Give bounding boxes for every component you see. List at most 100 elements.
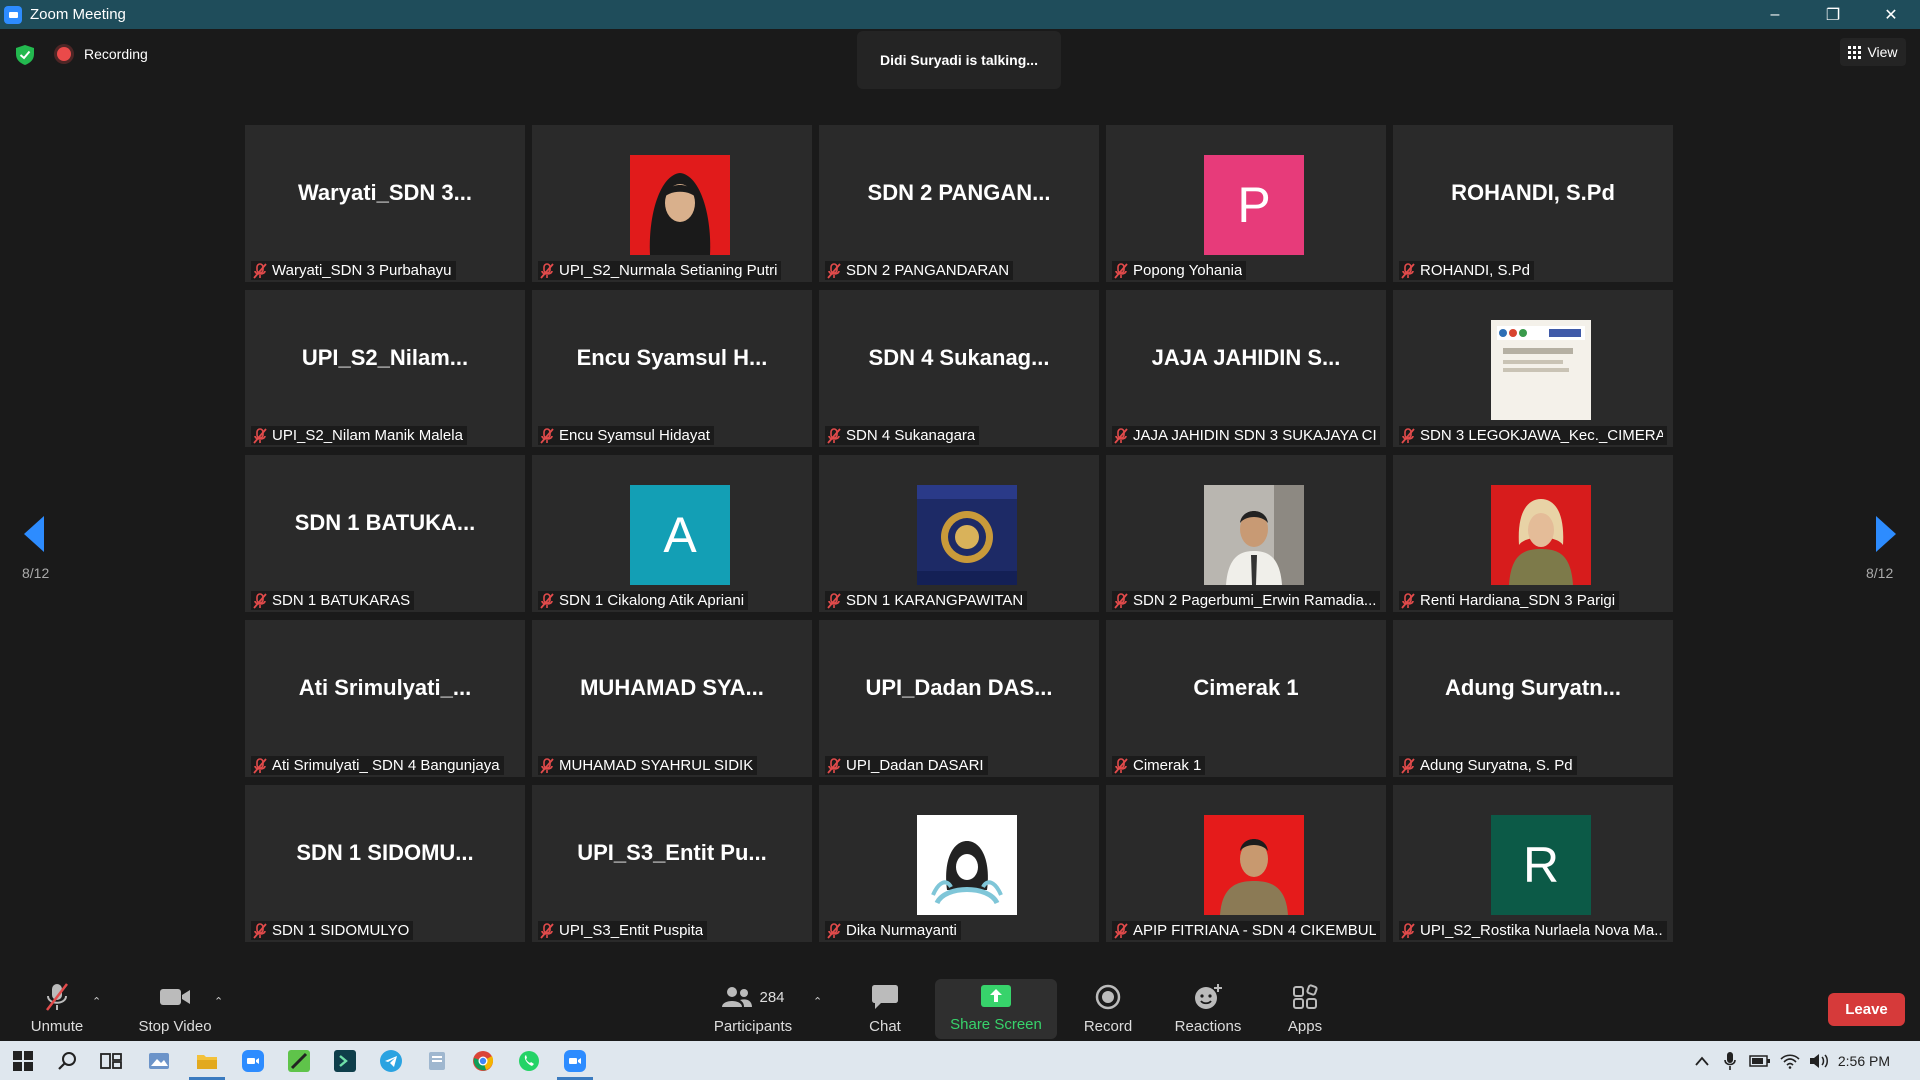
participant-tile[interactable]: A SDN 1 Cikalong Atik Apriani xyxy=(532,455,812,612)
participant-name: Popong Yohania xyxy=(1133,262,1243,279)
participant-display-name: Ati Srimulyati_... xyxy=(298,675,472,700)
participant-tile[interactable]: ROHANDI, S.Pd ROHANDI, S.Pd xyxy=(1393,125,1673,282)
muted-mic-icon xyxy=(540,592,554,609)
participant-tile[interactable]: Ati Srimulyati_... Ati Srimulyati_ SDN 4… xyxy=(245,620,525,777)
participant-tile[interactable]: UPI_S2_Nilam... UPI_S2_Nilam Manik Malel… xyxy=(245,290,525,447)
participant-tile[interactable]: UPI_S3_Entit Pu... UPI_S3_Entit Puspita xyxy=(532,785,812,942)
record-button[interactable]: Record xyxy=(1074,973,1142,1041)
muted-mic-icon xyxy=(827,592,841,609)
windows-taskbar: 2:56 PM xyxy=(0,1041,1920,1080)
video-options-chevron-icon[interactable]: ⌃ xyxy=(214,995,223,1008)
design-app-icon[interactable] xyxy=(286,1048,312,1074)
chat-button[interactable]: Chat xyxy=(855,973,915,1041)
volume-icon[interactable] xyxy=(1807,1048,1833,1074)
participant-display-name: ROHANDI, S.Pd xyxy=(1451,180,1615,205)
wifi-icon[interactable] xyxy=(1777,1048,1803,1074)
reactions-button[interactable]: Reactions xyxy=(1168,973,1248,1041)
muted-mic-icon xyxy=(827,262,841,279)
participant-tile[interactable]: SDN 1 KARANGPAWITAN xyxy=(819,455,1099,612)
show-hidden-icons-chevron-icon[interactable] xyxy=(1689,1048,1715,1074)
participants-count: 284 xyxy=(759,988,785,1006)
participant-tile[interactable]: MUHAMAD SYA... MUHAMAD SYAHRUL SIDIK xyxy=(532,620,812,777)
terminal-app-icon[interactable] xyxy=(332,1048,358,1074)
participant-tile[interactable]: Dika Nurmayanti xyxy=(819,785,1099,942)
participant-name: JAJA JAHIDIN SDN 3 SUKAJAYA CI... xyxy=(1133,427,1376,444)
muted-mic-icon xyxy=(1401,427,1415,444)
windows-start-icon[interactable] xyxy=(10,1048,36,1074)
participant-display-name: Encu Syamsul H... xyxy=(576,345,768,370)
participant-name: Encu Syamsul Hidayat xyxy=(559,427,710,444)
participant-name: SDN 1 Cikalong Atik Apriani xyxy=(559,592,745,609)
restore-button[interactable]: ❐ xyxy=(1804,0,1862,29)
participant-tile[interactable]: APIP FITRIANA - SDN 4 CIKEMBUL... xyxy=(1106,785,1386,942)
participant-avatar-letter: A xyxy=(630,485,730,585)
window-title: Zoom Meeting xyxy=(30,6,126,23)
participant-display-name: Adung Suryatn... xyxy=(1445,675,1621,700)
encryption-shield-icon[interactable] xyxy=(16,45,34,65)
record-icon xyxy=(1095,984,1121,1010)
participant-photo xyxy=(1204,815,1304,915)
close-button[interactable]: ✕ xyxy=(1862,0,1920,29)
apps-button[interactable]: Apps xyxy=(1275,973,1335,1041)
window-controls: – ❐ ✕ xyxy=(1746,0,1920,29)
photos-app-icon[interactable] xyxy=(146,1048,172,1074)
participant-tile[interactable]: R UPI_S2_Rostika Nurlaela Nova Ma... xyxy=(1393,785,1673,942)
notes-app-icon[interactable] xyxy=(424,1048,450,1074)
participant-name: SDN 1 SIDOMULYO xyxy=(272,922,410,939)
grid-view-icon xyxy=(1848,45,1862,59)
participant-avatar-letter: R xyxy=(1491,815,1591,915)
leave-button[interactable]: Leave xyxy=(1828,993,1905,1026)
battery-icon[interactable] xyxy=(1747,1048,1773,1074)
participant-display-name: UPI_S3_Entit Pu... xyxy=(577,840,767,865)
whatsapp-icon[interactable] xyxy=(516,1048,542,1074)
unmute-button[interactable]: Unmute xyxy=(22,973,92,1041)
muted-mic-icon xyxy=(1114,427,1128,444)
participant-avatar-letter: P xyxy=(1204,155,1304,255)
recording-icon[interactable] xyxy=(57,47,71,61)
stop-video-button[interactable]: Stop Video xyxy=(130,973,220,1041)
muted-mic-icon xyxy=(1114,757,1128,774)
participant-tile[interactable]: Adung Suryatn... Adung Suryatna, S. Pd xyxy=(1393,620,1673,777)
muted-mic-icon xyxy=(540,262,554,279)
participant-tile[interactable]: SDN 1 SIDOMU... SDN 1 SIDOMULYO xyxy=(245,785,525,942)
audio-options-chevron-icon[interactable]: ⌃ xyxy=(92,995,101,1008)
search-icon[interactable] xyxy=(54,1048,80,1074)
view-button[interactable]: View xyxy=(1840,38,1906,66)
minimize-button[interactable]: – xyxy=(1746,0,1804,29)
muted-microphone-icon xyxy=(46,983,68,1011)
share-screen-button[interactable]: Share Screen xyxy=(935,979,1057,1039)
participant-name: Waryati_SDN 3 Purbahayu xyxy=(272,262,452,279)
telegram-icon[interactable] xyxy=(378,1048,404,1074)
participant-tile[interactable]: UPI_S2_Nurmala Setianing Putri xyxy=(532,125,812,282)
participant-tile[interactable]: Renti Hardiana_SDN 3 Parigi xyxy=(1393,455,1673,612)
participant-tile[interactable]: Waryati_SDN 3... Waryati_SDN 3 Purbahayu xyxy=(245,125,525,282)
chrome-icon[interactable] xyxy=(470,1048,496,1074)
participant-tile[interactable]: SDN 1 BATUKA... SDN 1 BATUKARAS xyxy=(245,455,525,612)
microphone-tray-icon[interactable] xyxy=(1717,1048,1743,1074)
participant-tile[interactable]: SDN 2 PANGAN... SDN 2 PANGANDARAN xyxy=(819,125,1099,282)
participant-tile[interactable]: Encu Syamsul H... Encu Syamsul Hidayat xyxy=(532,290,812,447)
task-view-icon[interactable] xyxy=(98,1048,124,1074)
file-explorer-icon[interactable] xyxy=(189,1048,225,1080)
participant-tile[interactable]: Cimerak 1 Cimerak 1 xyxy=(1106,620,1386,777)
participant-name: SDN 3 LEGOKJAWA_Kec._CIMERAK xyxy=(1420,427,1663,444)
participant-name: Adung Suryatna, S. Pd xyxy=(1420,757,1573,774)
participant-tile[interactable]: SDN 3 LEGOKJAWA_Kec._CIMERAK xyxy=(1393,290,1673,447)
participants-options-chevron-icon[interactable]: ⌃ xyxy=(813,995,822,1008)
participant-tile[interactable]: SDN 4 Sukanag... SDN 4 Sukanagara xyxy=(819,290,1099,447)
next-page-arrow-icon[interactable] xyxy=(1874,516,1898,552)
participant-tile[interactable]: SDN 2 Pagerbumi_Erwin Ramadia... xyxy=(1106,455,1386,612)
reactions-smiley-icon xyxy=(1195,984,1222,1009)
participant-tile[interactable]: UPI_Dadan DAS... UPI_Dadan DASARI xyxy=(819,620,1099,777)
previous-page-arrow-icon[interactable] xyxy=(22,516,46,552)
participant-name: UPI_S2_Nilam Manik Malela xyxy=(272,427,463,444)
share-screen-label: Share Screen xyxy=(950,1016,1042,1033)
participant-name: Cimerak 1 xyxy=(1133,757,1202,774)
zoom-taskbar-icon[interactable] xyxy=(240,1048,266,1074)
zoom-meeting-taskbar-icon[interactable] xyxy=(557,1048,593,1080)
participants-button[interactable]: 284 Participants xyxy=(705,973,801,1041)
participant-name: SDN 1 KARANGPAWITAN xyxy=(846,592,1024,609)
view-label: View xyxy=(1867,44,1898,60)
participant-tile[interactable]: JAJA JAHIDIN S... JAJA JAHIDIN SDN 3 SUK… xyxy=(1106,290,1386,447)
participant-tile[interactable]: P Popong Yohania xyxy=(1106,125,1386,282)
